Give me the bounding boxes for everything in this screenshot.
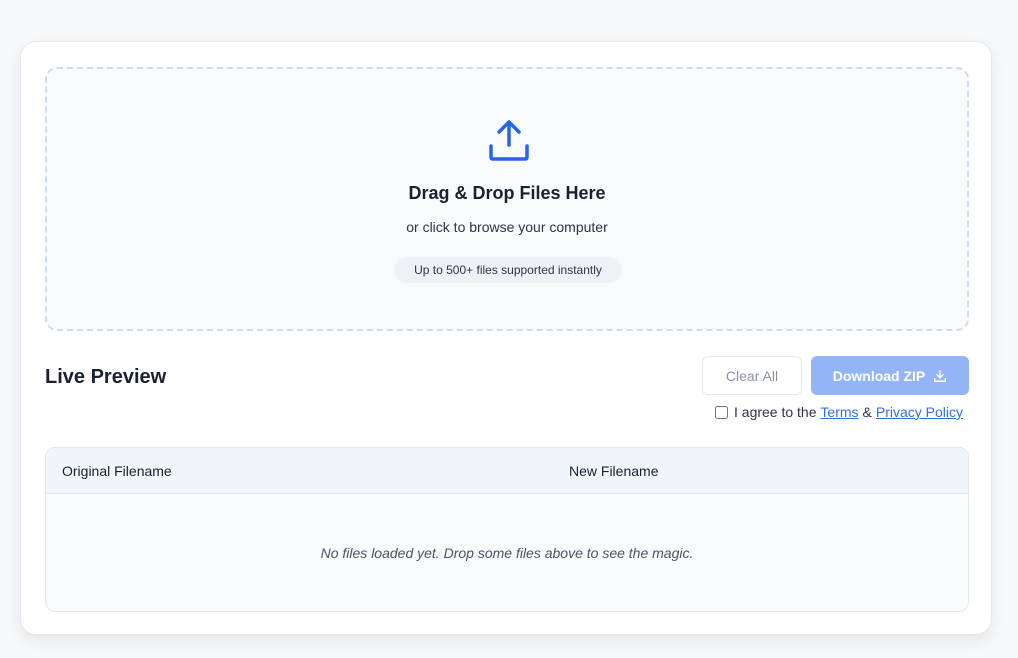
dropzone-title: Drag & Drop Files Here — [408, 183, 606, 203]
download-zip-button[interactable]: Download ZIP — [811, 356, 969, 395]
main-card: Drag & Drop Files Here or click to brows… — [20, 41, 992, 635]
upload-icon — [489, 120, 529, 161]
privacy-policy-link[interactable]: Privacy Policy — [876, 404, 963, 420]
agreement-prefix: I agree to the — [734, 404, 817, 420]
preview-table: Original Filename New Filename No files … — [45, 447, 969, 612]
empty-state-message: No files loaded yet. Drop some files abo… — [320, 545, 694, 561]
download-icon — [934, 369, 947, 382]
agreement-row: I agree to the Terms & Privacy Policy — [715, 404, 963, 420]
column-original-filename: Original Filename — [62, 463, 172, 479]
table-header: Original Filename New Filename — [46, 448, 968, 494]
terms-link[interactable]: Terms — [820, 404, 858, 420]
agreement-amp: & — [862, 404, 872, 420]
file-dropzone[interactable]: Drag & Drop Files Here or click to brows… — [45, 67, 969, 331]
clear-all-button[interactable]: Clear All — [702, 356, 802, 395]
dropzone-badge: Up to 500+ files supported instantly — [394, 257, 622, 283]
download-zip-label: Download ZIP — [832, 367, 926, 384]
agree-checkbox[interactable] — [715, 405, 728, 419]
column-new-filename: New Filename — [569, 463, 659, 479]
live-preview-title: Live Preview — [45, 366, 167, 388]
dropzone-subtitle: or click to browse your computer — [406, 219, 608, 235]
